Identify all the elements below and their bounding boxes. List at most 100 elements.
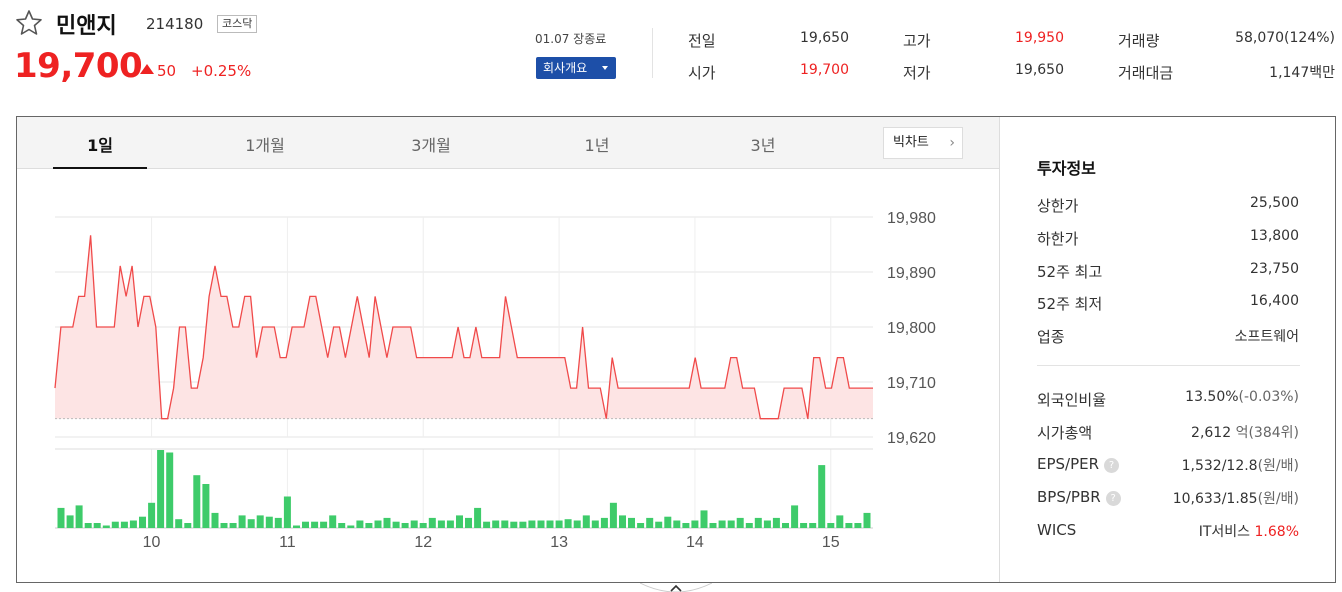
volume-bar (320, 521, 328, 528)
stock-header: 민앤지 214180 코스닥 19,700 50 +0.25% 01.07 장종… (0, 0, 1342, 110)
volume-bar (347, 525, 355, 528)
volume-bar (782, 523, 789, 528)
info-value-lower-limit: 13,800 (1250, 228, 1299, 244)
volume-bar (84, 523, 92, 528)
big-chart-label: 빅차트 (893, 135, 929, 150)
favorite-star-icon[interactable] (14, 8, 44, 38)
volume-bar (184, 523, 192, 528)
price-change-percent: +0.25% (191, 62, 252, 80)
eps-per-value: 1,532/12.8 (1181, 458, 1258, 474)
volume-bar (664, 516, 672, 528)
x-tick-label: 13 (550, 534, 568, 551)
divider (652, 28, 653, 78)
info-value-eps-per: 1,532/12.8(원/배) (1182, 455, 1299, 475)
volume-bar (519, 521, 527, 528)
tab-3month[interactable]: 3개월 (401, 132, 461, 156)
volume-bar (238, 515, 246, 528)
volume-bar (501, 520, 509, 528)
volume-bar (646, 517, 654, 528)
stat-value-trading-value: 1,147백만 (1269, 65, 1335, 81)
info-label-sector: 업종 (1037, 328, 1065, 346)
volume-bar (754, 517, 762, 528)
volume-bar (836, 515, 844, 528)
period-tabs: 1일 1개월 3개월 1년 3년 빅차트 › (17, 117, 999, 169)
help-icon[interactable]: ? (1105, 491, 1121, 506)
volume-bar (456, 515, 463, 528)
stat-label-trading-value: 거래대금 (1118, 64, 1174, 82)
volume-bar (510, 521, 518, 528)
volume-bar (628, 517, 635, 528)
info-label-52w-low: 52주 최저 (1037, 295, 1103, 313)
volume-bar (419, 523, 427, 528)
info-label-upper-limit: 상한가 (1037, 197, 1079, 215)
volume-bar (465, 517, 472, 528)
chart-panel: 1일 1개월 3개월 1년 3년 빅차트 › 19,980 19,890 19,80… (16, 116, 1336, 583)
volume-bar (691, 520, 699, 528)
volume-bar (265, 516, 273, 528)
tab-1day[interactable]: 1일 (70, 132, 130, 156)
info-value-upper-limit: 25,500 (1250, 195, 1299, 211)
info-value-52w-high: 23,750 (1250, 261, 1299, 277)
wics-change: 1.68% (1254, 524, 1299, 540)
volume-bar (129, 520, 137, 528)
volume-bar (591, 520, 599, 528)
volume-bar (727, 520, 735, 528)
eps-per-unit: (원/배) (1257, 458, 1299, 474)
volume-bar (863, 512, 871, 528)
help-icon[interactable]: ? (1104, 458, 1120, 473)
stat-label-high: 고가 (903, 32, 931, 50)
volume-bar (564, 519, 572, 528)
volume-bar (229, 523, 237, 528)
volume-bar (148, 502, 156, 528)
up-triangle-icon (140, 64, 154, 74)
tab-3year[interactable]: 3년 (733, 132, 793, 156)
volume-bar (157, 450, 165, 528)
volume-bar (845, 523, 853, 528)
stock-code: 214180 (146, 15, 204, 33)
volume-bar (446, 520, 454, 528)
volume-bar (166, 452, 174, 528)
info-label-lower-limit: 하한가 (1037, 230, 1079, 248)
company-overview-button[interactable]: 회사개요 (536, 57, 616, 79)
volume-bar (700, 510, 708, 528)
volume-bar (374, 520, 382, 528)
volume-bar (763, 520, 771, 528)
volume-bar (75, 505, 83, 528)
volume-bar (410, 520, 418, 528)
x-tick-label: 12 (414, 534, 432, 551)
collapse-handle-icon[interactable] (640, 583, 712, 592)
wics-value: IT서비스 (1198, 524, 1251, 540)
stat-value-open: 19,700 (800, 62, 849, 78)
volume-bar (120, 521, 128, 528)
stat-value-low: 19,650 (1015, 62, 1064, 78)
volume-bar (428, 517, 436, 528)
volume-bar (745, 523, 753, 528)
volume-bar (827, 523, 835, 528)
y-tick-label: 19,980 (887, 210, 936, 227)
volume-bar (256, 515, 264, 528)
active-tab-indicator (53, 167, 147, 169)
volume-bar (329, 515, 337, 528)
foreign-ratio-change: (-0.03%) (1238, 389, 1299, 405)
tab-1month[interactable]: 1개월 (235, 132, 295, 156)
volume-bar (175, 519, 183, 528)
volume-bar (791, 505, 799, 528)
volume-bar (673, 520, 681, 528)
divider (1037, 365, 1300, 366)
info-value-market-cap: 2,612 억(384위) (1191, 422, 1299, 442)
volume-bar (338, 523, 346, 528)
big-chart-button[interactable]: 빅차트 › (883, 127, 963, 159)
chevron-right-icon: › (949, 135, 955, 151)
volume-bar (211, 512, 219, 528)
stock-name: 민앤지 (56, 14, 117, 39)
y-tick-label: 19,710 (887, 375, 936, 392)
tab-1year[interactable]: 1년 (567, 132, 627, 156)
volume-bar (619, 515, 626, 528)
volume-bar (609, 502, 617, 528)
volume-bar (139, 516, 146, 528)
volume-bar (772, 517, 780, 528)
info-label-foreign-ratio: 외국인비율 (1037, 391, 1107, 409)
volume-bar (401, 523, 409, 528)
volume-bar (283, 496, 291, 528)
investment-info-title: 투자정보 (1037, 159, 1096, 178)
